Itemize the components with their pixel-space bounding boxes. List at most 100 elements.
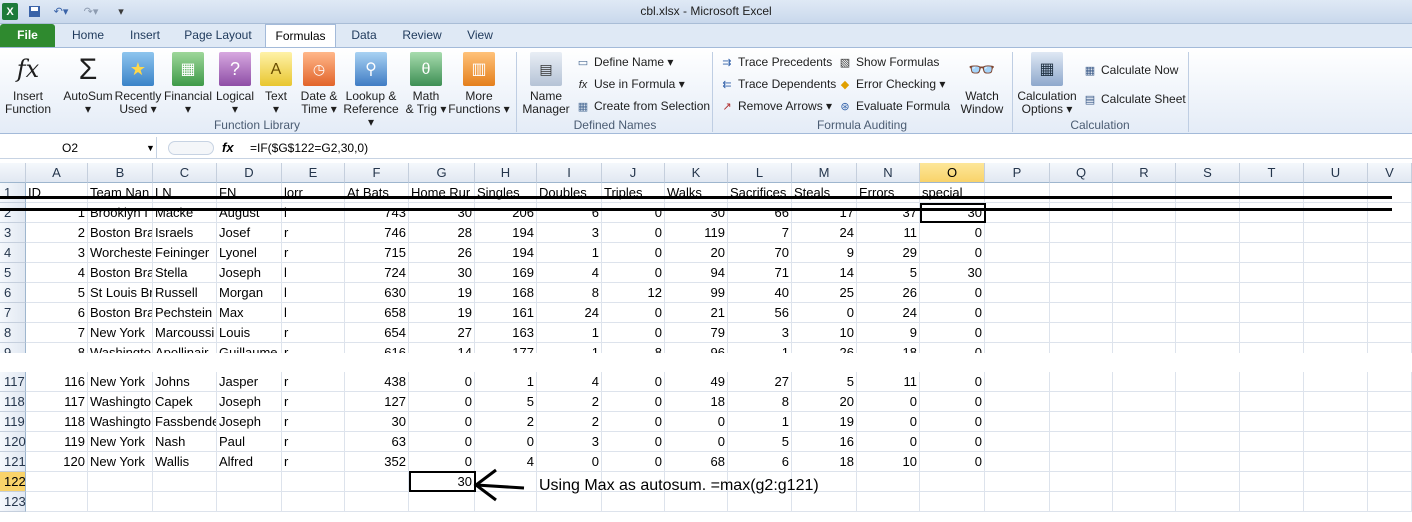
- cell-c7[interactable]: Pechstein: [153, 303, 217, 323]
- cell-f117[interactable]: 438: [345, 372, 409, 392]
- cell-j118[interactable]: 0: [602, 392, 665, 412]
- cell-f2[interactable]: 743: [345, 203, 409, 223]
- row-header-7[interactable]: 7: [0, 303, 26, 323]
- watch-window-button[interactable]: 👓 Watch Window: [955, 52, 1009, 116]
- cell-r6[interactable]: [1113, 283, 1176, 303]
- cell-m8[interactable]: 10: [792, 323, 857, 343]
- cell-t6[interactable]: [1240, 283, 1304, 303]
- cell-k5[interactable]: 94: [665, 263, 728, 283]
- cell-n4[interactable]: 29: [857, 243, 920, 263]
- cell-s122[interactable]: [1176, 472, 1240, 492]
- cell-t5[interactable]: [1240, 263, 1304, 283]
- cell-u6[interactable]: [1304, 283, 1368, 303]
- cell-h118[interactable]: 5: [475, 392, 537, 412]
- cell-k123[interactable]: [665, 492, 728, 512]
- cell-o120[interactable]: 0: [920, 432, 985, 452]
- cell-d6[interactable]: Morgan: [217, 283, 282, 303]
- row-header-5[interactable]: 5: [0, 263, 26, 283]
- cell-r123[interactable]: [1113, 492, 1176, 512]
- cell-p1[interactable]: [985, 183, 1050, 203]
- cell-s6[interactable]: [1176, 283, 1240, 303]
- cell-h119[interactable]: 2: [475, 412, 537, 432]
- cell-v120[interactable]: [1368, 432, 1412, 452]
- cell-l3[interactable]: 7: [728, 223, 792, 243]
- cell-c8[interactable]: Marcoussi: [153, 323, 217, 343]
- cell-l123[interactable]: [728, 492, 792, 512]
- cell-t121[interactable]: [1240, 452, 1304, 472]
- financial-button[interactable]: ▦ Financial ▾: [162, 52, 214, 116]
- cell-l121[interactable]: 6: [728, 452, 792, 472]
- cell-n1[interactable]: Errors: [857, 183, 920, 203]
- worksheet-grid[interactable]: A B C D E F G H I J K L M N O P Q R S T U V 1 ID Team Nan LN FN lor…: [0, 163, 1412, 522]
- cell-j121[interactable]: 0: [602, 452, 665, 472]
- cell-j6[interactable]: 12: [602, 283, 665, 303]
- cell-i121[interactable]: 0: [537, 452, 602, 472]
- cell-v118[interactable]: [1368, 392, 1412, 412]
- date-time-button[interactable]: ◷ Date & Time ▾: [296, 52, 342, 116]
- cell-g3[interactable]: 28: [409, 223, 475, 243]
- cell-v123[interactable]: [1368, 492, 1412, 512]
- cell-q6[interactable]: [1050, 283, 1113, 303]
- cell-s119[interactable]: [1176, 412, 1240, 432]
- cell-a6[interactable]: 5: [26, 283, 88, 303]
- cell-a8[interactable]: 7: [26, 323, 88, 343]
- recently-used-button[interactable]: ★ Recently Used ▾: [114, 52, 162, 116]
- tab-review[interactable]: Review: [396, 24, 448, 47]
- column-header-h[interactable]: H: [475, 163, 537, 183]
- cell-d7[interactable]: Max: [217, 303, 282, 323]
- cell-s5[interactable]: [1176, 263, 1240, 283]
- cell-m3[interactable]: 24: [792, 223, 857, 243]
- cell-a1[interactable]: ID: [26, 183, 88, 203]
- cell-b117[interactable]: New York: [88, 372, 153, 392]
- cell-p123[interactable]: [985, 492, 1050, 512]
- column-header-k[interactable]: K: [665, 163, 728, 183]
- cell-h3[interactable]: 194: [475, 223, 537, 243]
- cell-n117[interactable]: 11: [857, 372, 920, 392]
- cell-m119[interactable]: 19: [792, 412, 857, 432]
- cell-m1[interactable]: Steals: [792, 183, 857, 203]
- cell-b2[interactable]: Brooklyn I: [88, 203, 153, 223]
- cell-n6[interactable]: 26: [857, 283, 920, 303]
- cell-o121[interactable]: 0: [920, 452, 985, 472]
- cell-c120[interactable]: Nash: [153, 432, 217, 452]
- cell-f120[interactable]: 63: [345, 432, 409, 452]
- cell-a123[interactable]: [26, 492, 88, 512]
- cell-e3[interactable]: r: [282, 223, 345, 243]
- cell-f3[interactable]: 746: [345, 223, 409, 243]
- cell-l120[interactable]: 5: [728, 432, 792, 452]
- column-header-b[interactable]: B: [88, 163, 153, 183]
- cell-e122[interactable]: [282, 472, 345, 492]
- cell-u120[interactable]: [1304, 432, 1368, 452]
- cell-f119[interactable]: 30: [345, 412, 409, 432]
- cell-e6[interactable]: l: [282, 283, 345, 303]
- cell-p119[interactable]: [985, 412, 1050, 432]
- cell-e7[interactable]: l: [282, 303, 345, 323]
- tab-home[interactable]: Home: [66, 24, 110, 47]
- cell-t120[interactable]: [1240, 432, 1304, 452]
- cell-a3[interactable]: 2: [26, 223, 88, 243]
- column-header-l[interactable]: L: [728, 163, 792, 183]
- cell-c5[interactable]: Stella: [153, 263, 217, 283]
- cell-a2[interactable]: 1: [26, 203, 88, 223]
- cell-n3[interactable]: 11: [857, 223, 920, 243]
- cell-u123[interactable]: [1304, 492, 1368, 512]
- error-checking-button[interactable]: ◆ Error Checking ▾: [838, 74, 946, 94]
- show-formulas-button[interactable]: ▧ Show Formulas: [838, 52, 940, 72]
- cell-p6[interactable]: [985, 283, 1050, 303]
- cell-l7[interactable]: 56: [728, 303, 792, 323]
- cell-o8[interactable]: 0: [920, 323, 985, 343]
- cell-l4[interactable]: 70: [728, 243, 792, 263]
- cell-d123[interactable]: [217, 492, 282, 512]
- row-header-119[interactable]: 119: [0, 412, 26, 432]
- cell-a119[interactable]: 118: [26, 412, 88, 432]
- cell-g123[interactable]: [409, 492, 475, 512]
- column-header-i[interactable]: I: [537, 163, 602, 183]
- cell-r8[interactable]: [1113, 323, 1176, 343]
- cell-h117[interactable]: 1: [475, 372, 537, 392]
- row-header-123[interactable]: 123: [0, 492, 26, 512]
- cell-s7[interactable]: [1176, 303, 1240, 323]
- cell-q8[interactable]: [1050, 323, 1113, 343]
- cell-r5[interactable]: [1113, 263, 1176, 283]
- cell-f6[interactable]: 630: [345, 283, 409, 303]
- cell-l118[interactable]: 8: [728, 392, 792, 412]
